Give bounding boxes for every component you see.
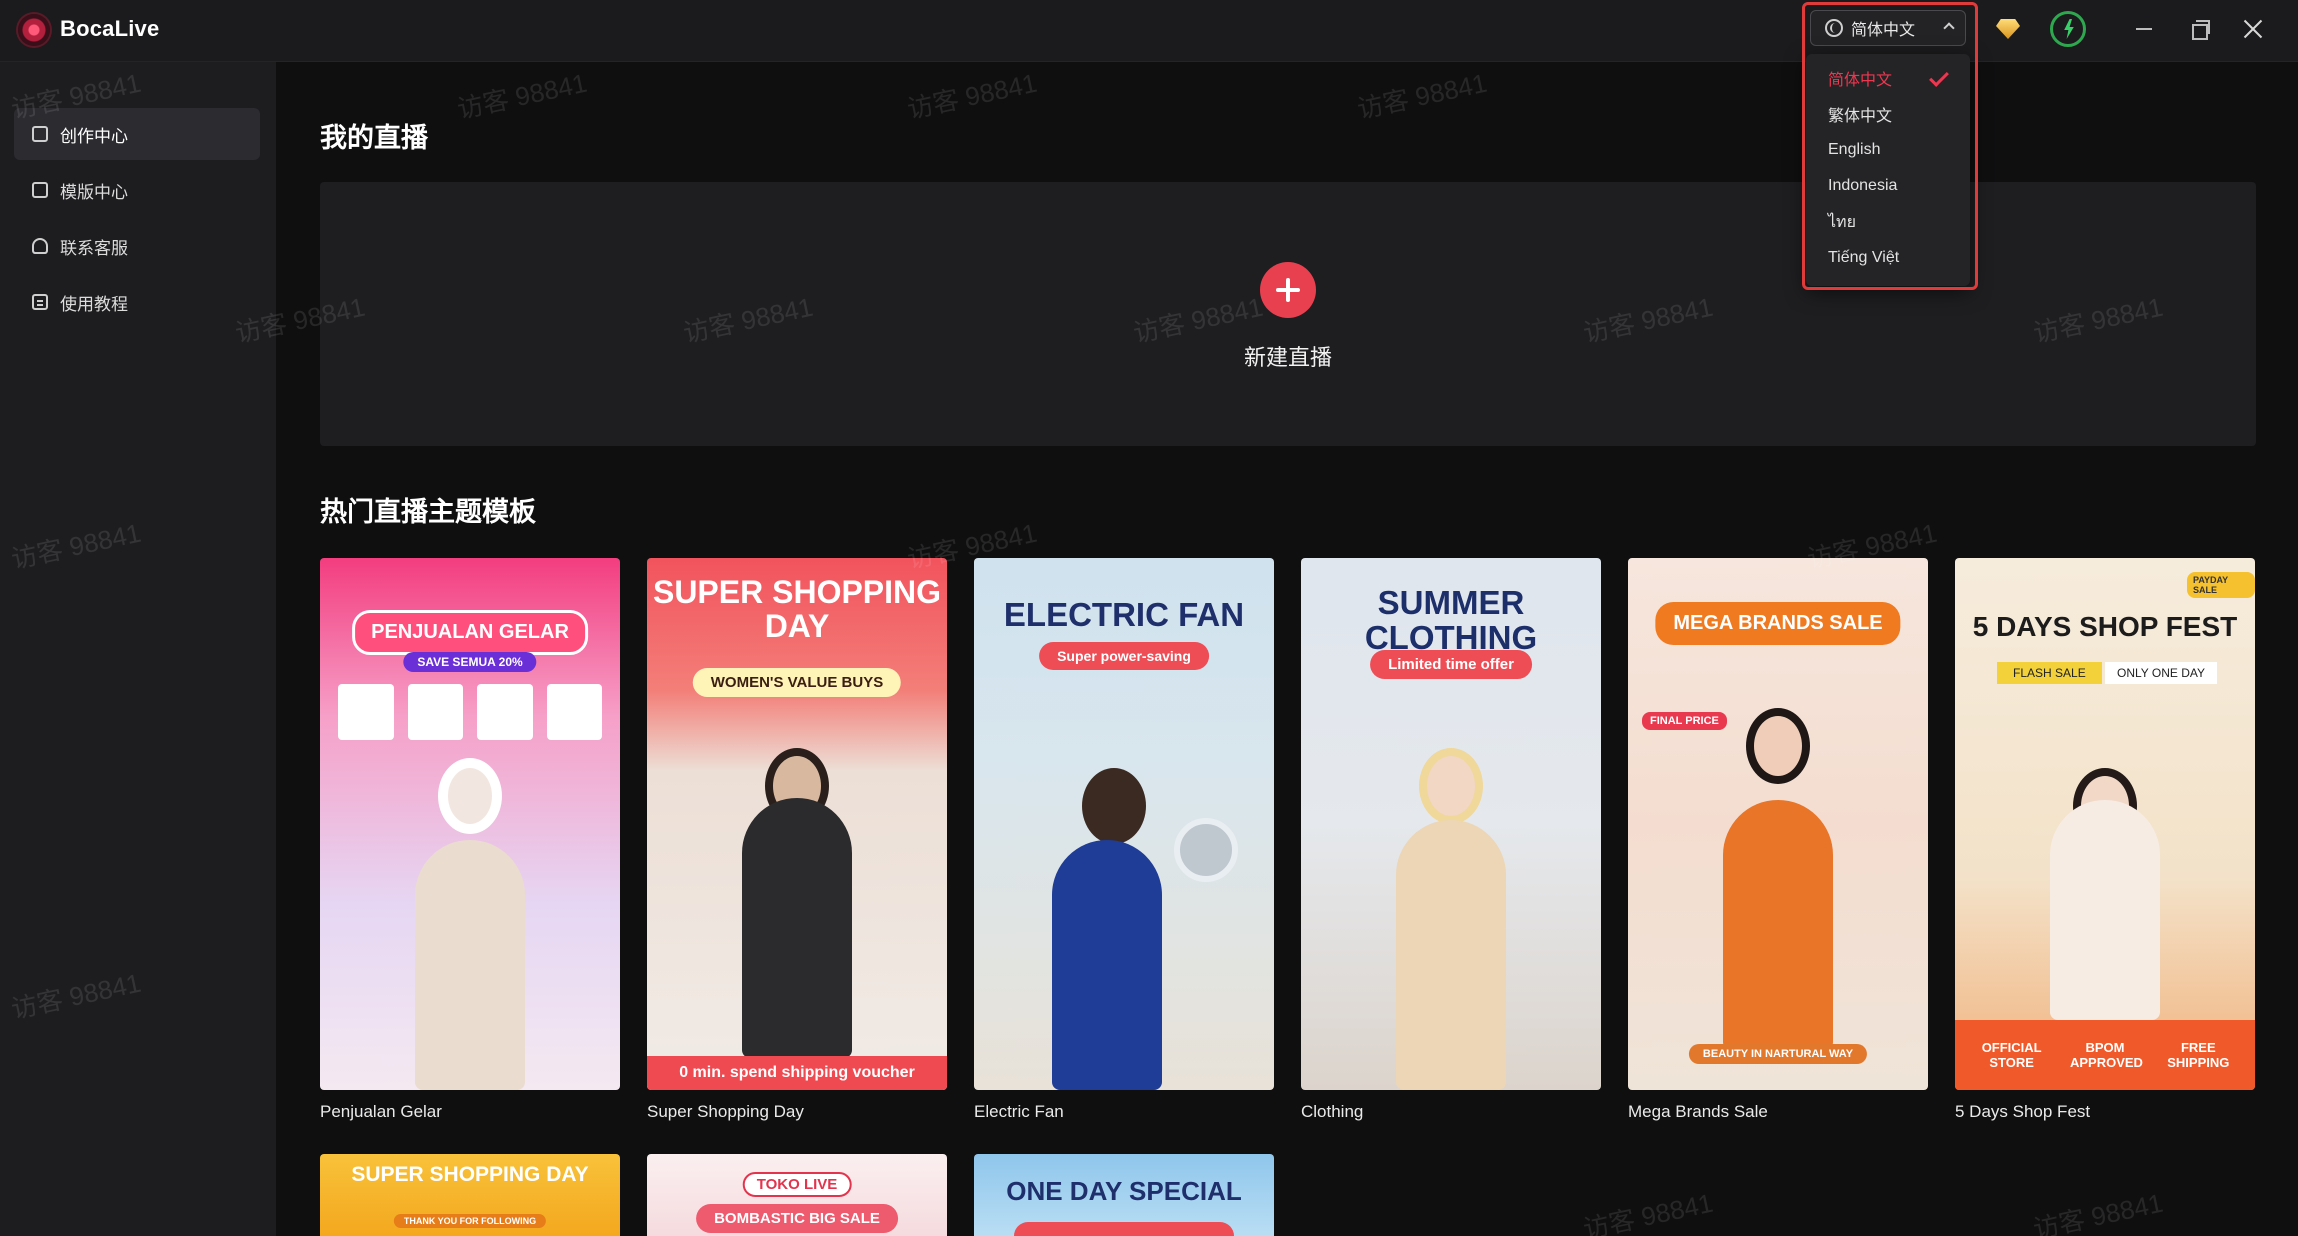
template-icon — [32, 182, 48, 198]
template-headline: MEGA BRANDS SALE — [1655, 602, 1901, 645]
bocalive-logo-icon — [18, 14, 50, 46]
presenter-figure — [415, 840, 525, 1090]
add-live-button[interactable] — [1260, 262, 1316, 318]
template-card[interactable]: TOKO LIVE BOMBASTIC BIG SALE — [647, 1154, 947, 1236]
sidebar-item-label: 模版中心 — [60, 182, 128, 202]
sidebar: 创作中心 模版中心 联系客服 使用教程 — [0, 62, 276, 1236]
template-subtitle: WOMEN'S VALUE BUYS — [692, 668, 902, 697]
one-day-label: ONLY ONE DAY — [2105, 662, 2218, 684]
template-subtitle: BOMBASTIC BIG SALE — [696, 1204, 898, 1233]
template-thumbnail: ELECTRIC FAN Super power-saving — [974, 558, 1274, 1090]
payday-badge: PAYDAY SALE — [2187, 572, 2255, 598]
presenter-figure — [1052, 840, 1162, 1090]
flash-sale-label: FLASH SALE — [1997, 662, 2102, 684]
book-icon — [32, 294, 48, 310]
template-headline: SUPER SHOPPING DAY — [351, 1163, 589, 1186]
template-headline: TOKO LIVE — [742, 1172, 852, 1197]
sidebar-item-label: 联系客服 — [60, 238, 128, 258]
sidebar-item-creation-center[interactable]: 创作中心 — [14, 108, 260, 160]
presenter-head — [1419, 748, 1483, 824]
presenter-figure — [1396, 820, 1506, 1090]
watermark: 访客 98841 — [2030, 1187, 2166, 1236]
template-subtitle: FINAL PRICE — [1642, 712, 1727, 730]
template-card[interactable]: SUMMER CLOTHING Limited time offer Cloth… — [1301, 558, 1601, 1121]
template-footer: 0 min. spend shipping voucher — [647, 1056, 947, 1090]
presenter-figure — [2050, 800, 2160, 1020]
template-name: Penjualan Gelar — [320, 1102, 442, 1121]
template-headline: PENJUALAN GELAR — [352, 610, 588, 655]
power-icon[interactable] — [2050, 11, 2086, 47]
presenter-head — [1746, 708, 1810, 784]
sidebar-item-label: 创作中心 — [60, 126, 128, 146]
template-card[interactable]: PAYDAY SALE 5 DAYS SHOP FEST FLASH SALE … — [1955, 558, 2255, 1121]
sidebar-item-contact-support[interactable]: 联系客服 — [14, 220, 260, 272]
sidebar-item-template-center[interactable]: 模版中心 — [14, 164, 260, 216]
template-thumbnail: PAYDAY SALE 5 DAYS SHOP FEST FLASH SALE … — [1955, 558, 2255, 1090]
footer-item: OFFICIAL STORE — [1981, 1040, 2042, 1070]
sidebar-item-tutorial[interactable]: 使用教程 — [14, 276, 260, 328]
template-thumbnail: MEGA BRANDS SALE FINAL PRICE BEAUTY IN N… — [1628, 558, 1928, 1090]
app-name: BocaLive — [60, 16, 160, 41]
template-name: 5 Days Shop Fest — [1955, 1102, 2091, 1121]
template-thumbnail: SUPER SHOPPING DAY WOMEN'S VALUE BUYS 0 … — [647, 558, 947, 1090]
template-subtitle: Limited time offer — [1370, 650, 1532, 679]
watermark: 访客 98841 — [904, 67, 1040, 125]
template-subtitle: Super power-saving — [1039, 642, 1209, 670]
watermark: 访客 98841 — [454, 67, 590, 125]
close-icon[interactable] — [2238, 14, 2268, 44]
studio-icon — [32, 126, 48, 142]
maximize-icon[interactable] — [2185, 14, 2215, 44]
template-headline: ELECTRIC FAN — [1003, 596, 1245, 633]
minimize-icon[interactable] — [2130, 14, 2160, 44]
template-card[interactable]: PENJUALAN GELAR SAVE SEMUA 20% Penjualan… — [320, 558, 620, 1121]
headset-icon — [32, 238, 48, 254]
my-live-title: 我的直播 — [320, 123, 428, 153]
template-card[interactable]: ELECTRIC FAN Super power-saving Electric… — [974, 558, 1274, 1121]
template-card[interactable]: ONE DAY SPECIAL — [974, 1154, 1274, 1236]
product-row — [338, 684, 602, 740]
presenter-head — [1082, 768, 1146, 844]
template-card[interactable]: SUPER SHOPPING DAY THANK YOU FOR FOLLOWI… — [320, 1154, 620, 1236]
templates-title: 热门直播主题模板 — [320, 497, 536, 527]
template-headline: 5 DAYS SHOP FEST — [1972, 611, 2238, 642]
template-name: Mega Brands Sale — [1628, 1102, 1768, 1121]
footer-item: FREE SHIPPING — [2167, 1040, 2230, 1070]
template-name: Clothing — [1301, 1102, 1364, 1121]
template-subtitle: SAVE SEMUA 20% — [403, 652, 537, 672]
template-footer: BEAUTY IN NARTURAL WAY — [1688, 1044, 1868, 1064]
template-subtitle: THANK YOU FOR FOLLOWING — [393, 1214, 547, 1228]
watermark: 访客 98841 — [1354, 67, 1490, 125]
template-headline: ONE DAY SPECIAL — [1006, 1176, 1242, 1206]
annotation-highlight-box — [1802, 2, 1978, 290]
template-headline: SUPER SHOPPING DAY — [652, 574, 942, 644]
template-thumbnail: PENJUALAN GELAR SAVE SEMUA 20% — [320, 558, 620, 1090]
template-name: Super Shopping Day — [647, 1102, 804, 1121]
new-live-label: 新建直播 — [1243, 345, 1332, 370]
presenter-figure — [1723, 800, 1833, 1050]
sidebar-item-label: 使用教程 — [60, 294, 128, 314]
vip-gem-icon[interactable] — [1990, 11, 2026, 47]
template-thumbnail: SUMMER CLOTHING Limited time offer — [1301, 558, 1601, 1090]
template-headline: SUMMER CLOTHING — [1364, 584, 1538, 656]
template-card[interactable]: MEGA BRANDS SALE FINAL PRICE BEAUTY IN N… — [1628, 558, 1928, 1121]
template-card[interactable]: SUPER SHOPPING DAY WOMEN'S VALUE BUYS 0 … — [647, 558, 947, 1121]
fan-icon — [1174, 818, 1238, 882]
template-banner — [1014, 1222, 1234, 1236]
template-name: Electric Fan — [974, 1102, 1064, 1121]
footer-item: BPOM APPROVED — [2069, 1040, 2143, 1070]
presenter-figure — [742, 798, 852, 1058]
template-footer: OFFICIAL STORE BPOM APPROVED FREE SHIPPI… — [1955, 1020, 2255, 1090]
watermark: 访客 98841 — [1580, 1187, 1716, 1236]
presenter-head — [438, 758, 502, 834]
